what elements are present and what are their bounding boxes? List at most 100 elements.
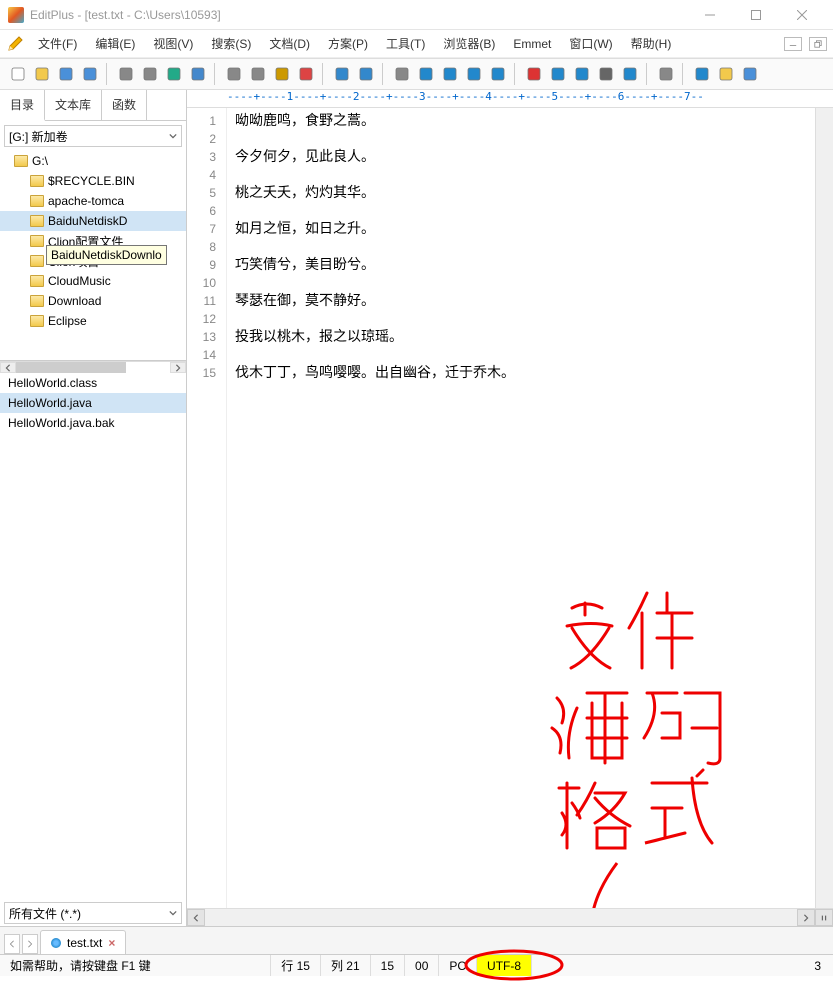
folder-icon <box>30 255 44 267</box>
hex-button[interactable] <box>546 62 570 86</box>
menu-edit[interactable]: 编辑(E) <box>87 31 143 56</box>
tree-row[interactable]: Eclipse <box>0 311 186 331</box>
scroll-left-icon[interactable] <box>187 909 205 926</box>
line-number: 9 <box>187 256 226 274</box>
file-row[interactable]: HelloWorld.java <box>0 393 186 413</box>
status-encoding[interactable]: UTF-8 <box>477 955 532 976</box>
font-small-button[interactable] <box>522 62 546 86</box>
status-mode[interactable]: PC <box>439 955 477 976</box>
print-button[interactable] <box>114 62 138 86</box>
minimize-button[interactable] <box>687 0 733 30</box>
split-handle-icon[interactable] <box>815 909 833 926</box>
undo-button[interactable] <box>330 62 354 86</box>
spell-check-button[interactable] <box>162 62 186 86</box>
menu-emmet[interactable]: Emmet <box>505 33 559 55</box>
copy-button[interactable] <box>246 62 270 86</box>
panel-toggle-button[interactable] <box>714 62 738 86</box>
tab-nav-next[interactable] <box>22 934 38 954</box>
close-tab-icon[interactable]: × <box>108 936 115 950</box>
menu-search[interactable]: 搜索(S) <box>203 31 259 56</box>
print-preview-button[interactable] <box>138 62 162 86</box>
code-area[interactable]: 呦呦鹿鸣，食野之蒿。 今夕何夕，见此良人。 桃之夭夭，灼灼其华。 如月之恒，如日… <box>227 108 815 908</box>
menu-help[interactable]: 帮助(H) <box>623 31 680 56</box>
settings-button[interactable] <box>654 62 678 86</box>
mdi-minimize-button[interactable] <box>784 37 802 51</box>
editor-h-scrollbar[interactable] <box>187 908 833 926</box>
tab-functions[interactable]: 函数 <box>102 90 147 120</box>
document-tab[interactable]: test.txt × <box>40 930 126 954</box>
mdi-restore-button[interactable] <box>809 37 827 51</box>
new-file-button[interactable] <box>6 62 30 86</box>
redo-button[interactable] <box>354 62 378 86</box>
scroll-left-icon[interactable] <box>0 362 16 373</box>
tab-nav-prev[interactable] <box>4 934 20 954</box>
line-number: 15 <box>187 364 226 382</box>
menu-file[interactable]: 文件(F) <box>30 31 85 56</box>
pencil-icon <box>6 35 24 53</box>
tree-row[interactable]: $RECYCLE.BIN <box>0 171 186 191</box>
tree-row[interactable]: apache-tomca <box>0 191 186 211</box>
tree-row[interactable]: G:\ <box>0 151 186 171</box>
maximize-button[interactable] <box>733 0 779 30</box>
file-list[interactable]: HelloWorld.classHelloWorld.javaHelloWorl… <box>0 373 186 900</box>
find-button[interactable] <box>390 62 414 86</box>
menu-window[interactable]: 窗口(W) <box>561 31 620 56</box>
chevron-down-icon <box>169 129 177 143</box>
folder-icon <box>14 155 28 167</box>
main-area: 目录 文本库 函数 [G:] 新加卷 G:\ $RECYCLE.BIN apache… <box>0 90 833 926</box>
folder-tree[interactable]: G:\ $RECYCLE.BIN apache-tomca BaiduNetdiskD… <box>0 151 186 361</box>
status-help: 如需帮助，请按键盘 F1 键 <box>0 955 271 976</box>
save-button[interactable] <box>54 62 78 86</box>
editor-v-scrollbar[interactable] <box>815 108 833 908</box>
menu-view[interactable]: 视图(V) <box>145 31 201 56</box>
menu-tools[interactable]: 工具(T) <box>378 31 433 56</box>
delete-button[interactable] <box>294 62 318 86</box>
menu-browser[interactable]: 浏览器(B) <box>435 31 503 56</box>
scroll-thumb[interactable] <box>16 362 126 373</box>
ruler-toggle-button[interactable] <box>594 62 618 86</box>
drive-select[interactable]: [G:] 新加卷 <box>4 125 182 147</box>
menu-document[interactable]: 文档(D) <box>261 31 318 56</box>
replace-button[interactable] <box>462 62 486 86</box>
line-number: 7 <box>187 220 226 238</box>
close-button[interactable] <box>779 0 825 30</box>
menu-project[interactable]: 方案(P) <box>320 31 376 56</box>
tree-row[interactable]: BaiduNetdiskD <box>0 211 186 231</box>
find-prev-button[interactable] <box>438 62 462 86</box>
file-filter[interactable]: 所有文件 (*.*) <box>4 902 182 924</box>
word-wrap-button[interactable] <box>570 62 594 86</box>
tree-label: G:\ <box>32 154 48 168</box>
save-all-button[interactable] <box>78 62 102 86</box>
goto-line-button[interactable] <box>486 62 510 86</box>
tree-label: CloudMusic <box>48 274 111 288</box>
folder-icon <box>30 235 44 247</box>
column-marker-button[interactable] <box>618 62 642 86</box>
browser-preview-button[interactable] <box>186 62 210 86</box>
status-col: 列 21 <box>321 955 371 976</box>
find-next-button[interactable] <box>414 62 438 86</box>
tooltip: BaiduNetdiskDownlo <box>46 245 167 265</box>
scroll-right-icon[interactable] <box>170 362 186 373</box>
tab-directory[interactable]: 目录 <box>0 90 45 121</box>
tree-label: Download <box>48 294 101 308</box>
sidebar: 目录 文本库 函数 [G:] 新加卷 G:\ $RECYCLE.BIN apache… <box>0 90 187 926</box>
panel2-toggle-button[interactable] <box>738 62 762 86</box>
tree-row[interactable]: Download <box>0 291 186 311</box>
line-number: 11 <box>187 292 226 310</box>
line-number: 8 <box>187 238 226 256</box>
status-zeros: 00 <box>405 955 439 976</box>
file-row[interactable]: HelloWorld.class <box>0 373 186 393</box>
tree-h-scrollbar[interactable] <box>0 361 186 373</box>
cut-button[interactable] <box>222 62 246 86</box>
line-number: 1 <box>187 112 226 130</box>
scroll-right-icon[interactable] <box>797 909 815 926</box>
line-number: 14 <box>187 346 226 364</box>
fullscreen-button[interactable] <box>690 62 714 86</box>
file-row[interactable]: HelloWorld.java.bak <box>0 413 186 433</box>
drive-select-label: [G:] 新加卷 <box>9 128 68 145</box>
tree-row[interactable]: CloudMusic <box>0 271 186 291</box>
paste-button[interactable] <box>270 62 294 86</box>
tree-label: apache-tomca <box>48 194 124 208</box>
tab-cliptext[interactable]: 文本库 <box>45 90 102 120</box>
open-file-button[interactable] <box>30 62 54 86</box>
